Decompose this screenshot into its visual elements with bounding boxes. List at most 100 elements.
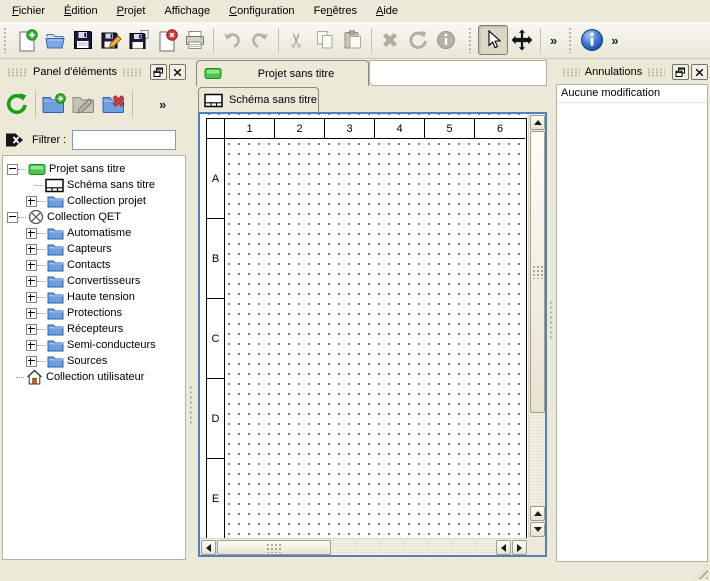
menu-fenetres[interactable]: Fenêtres xyxy=(306,2,365,20)
delete-button[interactable] xyxy=(376,26,404,54)
undo-panel-header: Annulations xyxy=(557,62,708,82)
copy-icon xyxy=(313,28,337,52)
pointer-select-button[interactable] xyxy=(478,25,508,55)
close-panel-button[interactable] xyxy=(691,64,708,80)
menu-edition[interactable]: Édition xyxy=(56,2,106,20)
cut-button[interactable]: ✂ xyxy=(283,26,311,54)
project-icon xyxy=(28,163,46,176)
diagram-canvas[interactable]: 1 2 3 4 5 6 A B C D E xyxy=(200,114,528,538)
expand-expander-icon[interactable] xyxy=(26,260,37,271)
tree-item-protections[interactable]: Protections xyxy=(3,305,185,321)
tab-project[interactable]: Projet sans titre xyxy=(196,60,369,86)
scroll-left-button-2[interactable] xyxy=(496,540,511,555)
rotate-button[interactable] xyxy=(404,26,432,54)
toolbar-drag-handle[interactable] xyxy=(468,27,473,53)
frame-row-header: E xyxy=(207,459,225,538)
left-splitter[interactable] xyxy=(186,60,196,560)
tab-schema[interactable]: Schéma sans titre xyxy=(198,87,319,112)
horizontal-scrollbar-thumb[interactable] xyxy=(217,540,331,555)
undo-button[interactable] xyxy=(218,26,246,54)
menu-projet[interactable]: Projet xyxy=(109,2,154,20)
tree-item-haute-tension[interactable]: Haute tension xyxy=(3,289,185,305)
folder-icon xyxy=(47,243,64,256)
filter-input[interactable] xyxy=(72,130,176,150)
menu-fichier[interactable]: Fichier xyxy=(4,2,53,20)
expand-expander-icon[interactable] xyxy=(26,356,37,367)
tree-item-collection-utilisateur[interactable]: Collection utilisateur xyxy=(3,369,185,385)
expand-expander-icon[interactable] xyxy=(26,308,37,319)
scroll-right-button[interactable] xyxy=(512,540,527,555)
tree-item-sources[interactable]: Sources xyxy=(3,353,185,369)
delete-category-button[interactable] xyxy=(99,89,129,119)
menu-configuration[interactable]: Configuration xyxy=(221,2,302,20)
toolbar-overflow-button[interactable]: » xyxy=(545,33,562,48)
about-info-button[interactable] xyxy=(578,26,606,54)
close-panel-button[interactable] xyxy=(169,64,186,80)
tree-item-semi-conducteurs[interactable]: Semi-conducteurs xyxy=(3,337,185,353)
redo-button[interactable] xyxy=(246,26,274,54)
edit-category-button[interactable] xyxy=(69,89,99,119)
float-panel-button[interactable] xyxy=(672,64,689,80)
vertical-scrollbar-thumb[interactable] xyxy=(530,131,545,413)
toolbar-drag-handle[interactable] xyxy=(568,27,573,53)
tree-item-automatisme[interactable]: Automatisme xyxy=(3,225,185,241)
menu-aide[interactable]: Aide xyxy=(368,2,406,20)
tree-item-label: Protections xyxy=(67,307,122,319)
tree-item-capteurs[interactable]: Capteurs xyxy=(3,241,185,257)
open-button[interactable] xyxy=(41,26,69,54)
expand-expander-icon[interactable] xyxy=(26,340,37,351)
print-button[interactable] xyxy=(181,26,209,54)
tree-item-collection-projet[interactable]: Collection projet xyxy=(3,193,185,209)
right-arrow-icon xyxy=(517,544,522,552)
right-splitter[interactable] xyxy=(547,60,555,560)
save-button[interactable] xyxy=(69,26,97,54)
tree-item-recepteurs[interactable]: Récepteurs xyxy=(3,321,185,337)
dock-texture xyxy=(647,68,665,77)
properties-button[interactable] xyxy=(432,26,460,54)
tree-item-schema[interactable]: Schéma sans titre xyxy=(3,177,185,193)
status-bar xyxy=(0,560,710,581)
redo-icon xyxy=(248,28,272,52)
undo-list-item[interactable]: Aucune modification xyxy=(557,85,707,103)
close-file-button[interactable] xyxy=(153,26,181,54)
toolbar-overflow-button[interactable]: » xyxy=(606,33,623,48)
scroll-up-button-2[interactable] xyxy=(530,506,545,521)
resize-grip[interactable] xyxy=(694,565,708,579)
scroll-left-button[interactable] xyxy=(201,540,216,555)
expand-expander-icon[interactable] xyxy=(26,228,37,239)
reload-collections-button[interactable] xyxy=(2,89,32,119)
expand-expander-icon[interactable] xyxy=(26,292,37,303)
open-icon xyxy=(43,28,67,52)
tree-item-contacts[interactable]: Contacts xyxy=(3,257,185,273)
save-all-button[interactable] xyxy=(125,26,153,54)
frame-drawing-area[interactable] xyxy=(225,139,525,538)
horizontal-scrollbar[interactable] xyxy=(200,538,528,555)
new-document-button[interactable] xyxy=(13,26,41,54)
tree-item-label: Automatisme xyxy=(67,227,131,239)
scroll-down-button[interactable] xyxy=(530,522,545,537)
collapse-expander-icon[interactable] xyxy=(7,164,18,175)
save-all-icon xyxy=(127,28,151,52)
float-panel-button[interactable] xyxy=(150,64,167,80)
tree-item-collection-qet[interactable]: Collection QET xyxy=(3,209,185,225)
tree-item-convertisseurs[interactable]: Convertisseurs xyxy=(3,273,185,289)
menu-affichage[interactable]: Affichage xyxy=(156,2,218,20)
save-as-button[interactable] xyxy=(97,26,125,54)
panel-toolbar-overflow-button[interactable]: » xyxy=(154,97,171,112)
down-arrow-icon xyxy=(534,527,542,532)
paste-button[interactable] xyxy=(339,26,367,54)
expand-expander-icon[interactable] xyxy=(26,196,37,207)
move-button[interactable] xyxy=(508,26,536,54)
expand-expander-icon[interactable] xyxy=(26,324,37,335)
vertical-scrollbar[interactable] xyxy=(528,114,545,538)
tab-schema-label: Schéma sans titre xyxy=(229,94,317,106)
expand-expander-icon[interactable] xyxy=(26,244,37,255)
toolbar-drag-handle[interactable] xyxy=(3,27,8,53)
new-category-button[interactable] xyxy=(39,89,69,119)
tree-item-project[interactable]: Projet sans titre xyxy=(3,161,185,177)
expand-expander-icon[interactable] xyxy=(26,276,37,287)
scroll-up-button[interactable] xyxy=(530,115,545,130)
clear-filter-button[interactable] xyxy=(2,125,28,155)
copy-button[interactable] xyxy=(311,26,339,54)
collapse-expander-icon[interactable] xyxy=(7,212,18,223)
